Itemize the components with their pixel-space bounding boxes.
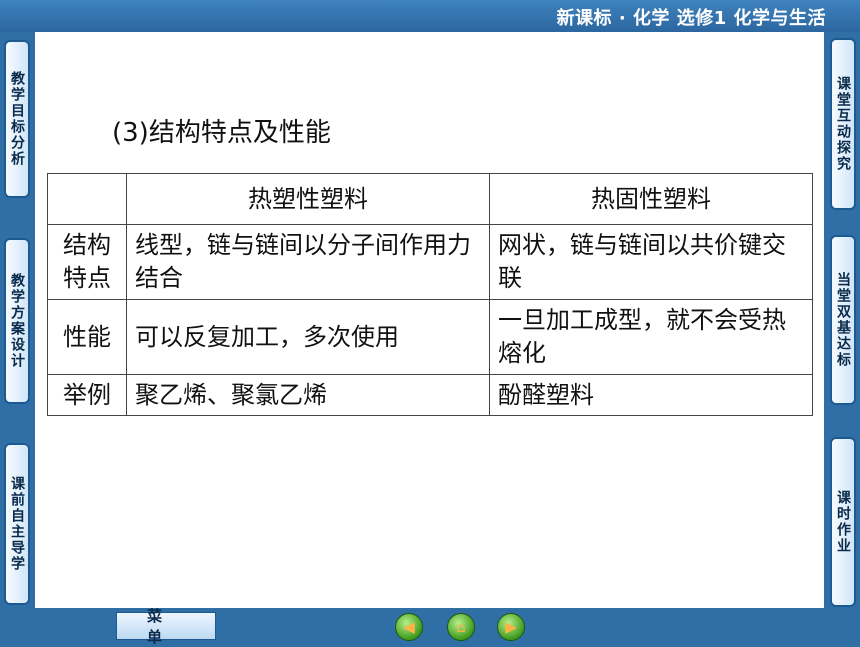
cell-thermoplastic: 线型，链与链间以分子间作用力结合 <box>126 224 490 300</box>
previous-icon[interactable]: ◀ <box>395 613 423 641</box>
cell-thermoset: 网状，链与链间以共价键交联 <box>489 224 813 300</box>
section-heading: (3)结构特点及性能 <box>112 118 331 148</box>
table-header-thermoplastic: 热塑性塑料 <box>126 173 490 225</box>
next-icon[interactable]: ▶ <box>497 613 525 641</box>
tab-classroom-inquiry[interactable]: 课堂互动探究 <box>830 38 856 210</box>
table-header-row: 热塑性塑料 热固性塑料 <box>47 173 813 225</box>
table-row: 性能 可以反复加工，多次使用 一旦加工成型，就不会受热熔化 <box>47 299 813 375</box>
table-row: 结构特点 线型，链与链间以分子间作用力结合 网状，链与链间以共价键交联 <box>47 224 813 300</box>
cell-thermoplastic: 聚乙烯、聚氯乙烯 <box>126 374 490 416</box>
tab-teaching-objectives[interactable]: 教学目标分析 <box>4 40 30 198</box>
comparison-table: 热塑性塑料 热固性塑料 结构特点 线型，链与链间以分子间作用力结合 网状，链与链… <box>47 173 813 416</box>
table-header-empty <box>47 173 127 225</box>
tab-homework[interactable]: 课时作业 <box>830 437 856 607</box>
cell-thermoplastic: 可以反复加工，多次使用 <box>126 299 490 375</box>
menu-button[interactable]: 菜单 <box>116 607 216 646</box>
tab-teaching-plan[interactable]: 教学方案设计 <box>4 238 30 404</box>
table-row: 举例 聚乙烯、聚氯乙烯 酚醛塑料 <box>47 374 813 416</box>
row-label: 举例 <box>47 374 127 416</box>
cell-thermoset: 酚醛塑料 <box>489 374 813 416</box>
cell-thermoset: 一旦加工成型，就不会受热熔化 <box>489 299 813 375</box>
row-label: 结构特点 <box>47 224 127 300</box>
tab-pre-class-study[interactable]: 课前自主导学 <box>4 443 30 605</box>
top-bar: 新课标 · 化学 选修1 化学与生活 <box>0 0 860 32</box>
course-title: 新课标 · 化学 选修1 化学与生活 <box>556 8 826 29</box>
tab-in-class-check[interactable]: 当堂双基达标 <box>830 235 856 405</box>
row-label: 性能 <box>47 299 127 375</box>
table-header-thermoset: 热固性塑料 <box>489 173 813 225</box>
home-icon[interactable]: ⌂ <box>447 613 475 641</box>
